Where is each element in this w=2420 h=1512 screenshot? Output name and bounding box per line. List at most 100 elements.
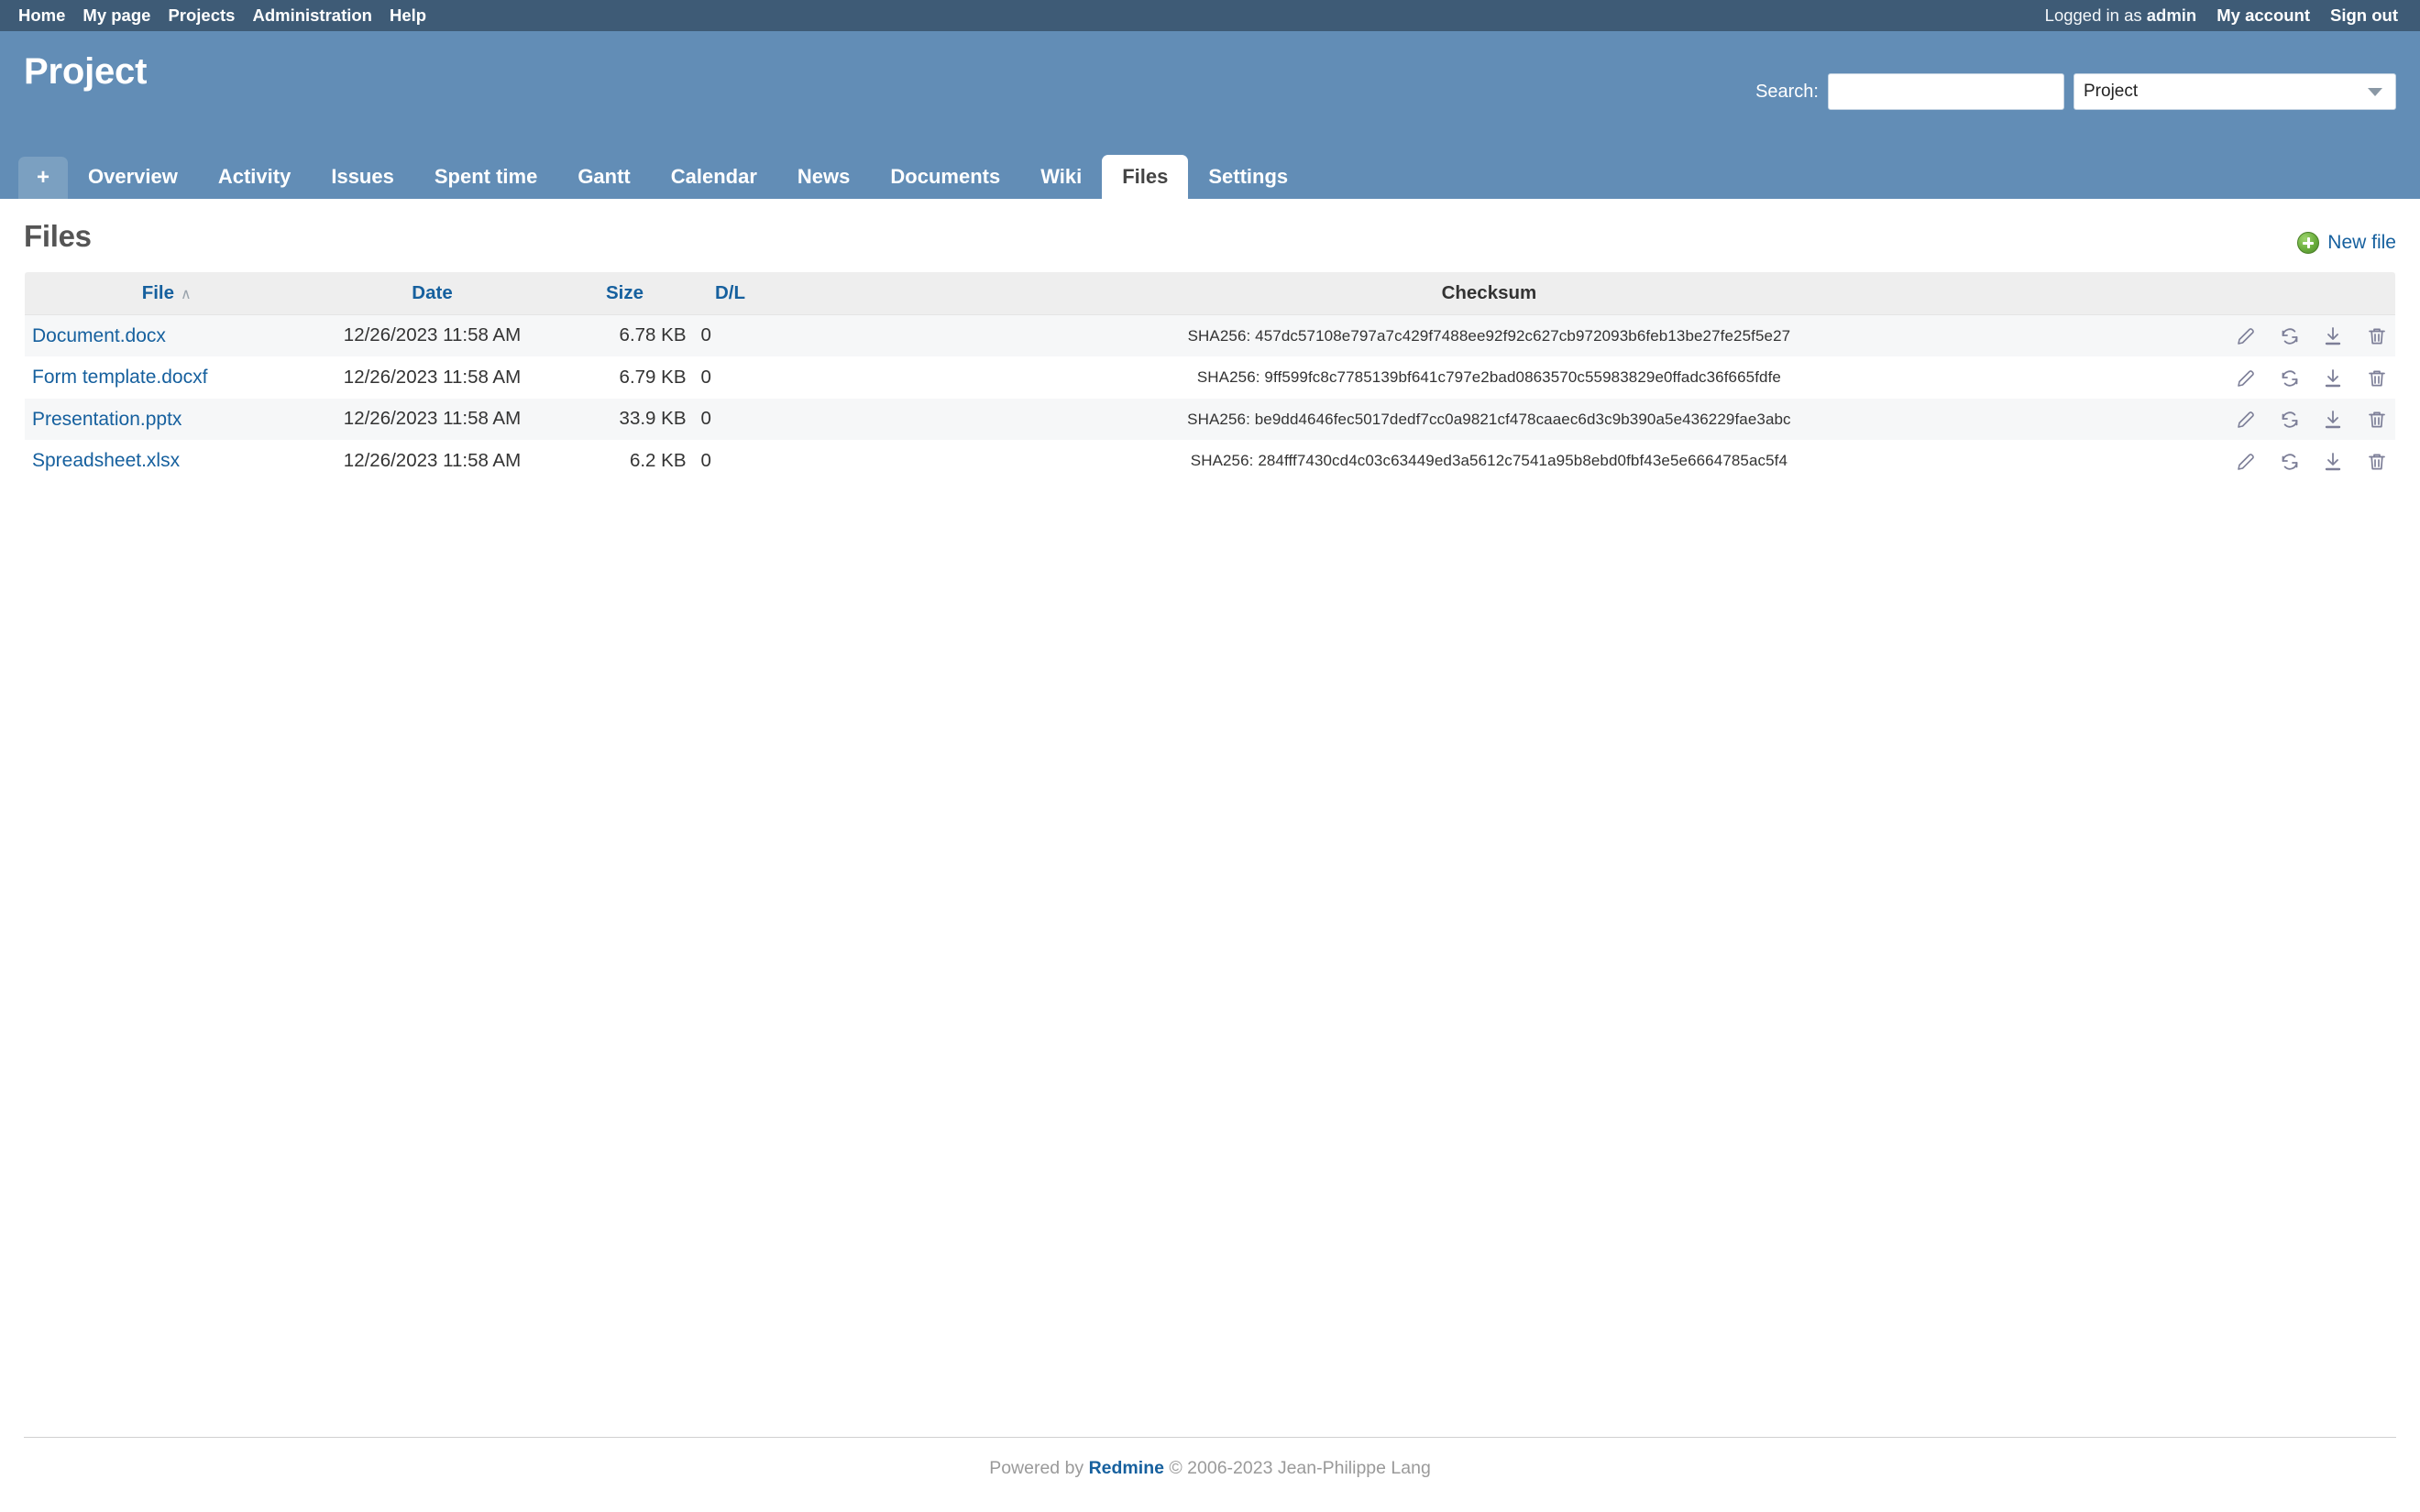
new-object-button[interactable]: + [18, 156, 69, 199]
table-row: Form template.docxf 12/26/2023 11:58 AM … [25, 356, 2395, 399]
file-size-cell: 6.79 KB [619, 366, 687, 388]
column-header-downloads[interactable]: D/L [693, 271, 767, 315]
main-content: Files New file File ∧ Date Size D/L Check… [0, 199, 2420, 1463]
file-downloads-cell: 0 [700, 408, 711, 430]
tab-files[interactable]: Files [1102, 154, 1189, 199]
update-icon[interactable] [2279, 325, 2301, 347]
tab-gantt[interactable]: Gantt [557, 155, 650, 199]
file-name-cell: Document.docx [25, 315, 309, 357]
file-checksum-cell: SHA256: 284fff7430cd4c03c63449ed3a5612c7… [1190, 451, 1788, 469]
project-tab-bar: + Overview Activity Issues Spent time Ga… [0, 146, 2420, 199]
edit-icon[interactable] [2235, 367, 2257, 389]
files-table-body: Document.docx 12/26/2023 11:58 AM 6.78 K… [25, 314, 2395, 482]
search-input[interactable] [1828, 73, 2064, 110]
logged-in-status: Logged in as admin [2045, 5, 2197, 26]
sign-out-link[interactable]: Sign out [2330, 5, 2398, 26]
edit-icon[interactable] [2235, 451, 2257, 473]
tab-item-new-object: + [18, 156, 69, 199]
project-header: Project Search: Project [0, 31, 2420, 146]
delete-icon[interactable] [2366, 367, 2388, 389]
quick-search: Search: Project [1755, 73, 2396, 110]
table-row: Spreadsheet.xlsx 12/26/2023 11:58 AM 6.2… [25, 440, 2395, 482]
file-checksum-cell: SHA256: 457dc57108e797a7c429f7488ee92f92… [1187, 326, 1791, 345]
tab-item-documents: Documents [870, 155, 1020, 199]
column-header-file[interactable]: File ∧ [25, 271, 309, 315]
tab-wiki[interactable]: Wiki [1020, 155, 1102, 199]
file-link[interactable]: Form template.docxf [32, 367, 207, 388]
delete-icon[interactable] [2366, 451, 2388, 473]
new-file-label: New file [2327, 232, 2396, 253]
tab-item-spent-time: Spent time [414, 155, 557, 199]
tab-settings[interactable]: Settings [1188, 155, 1308, 199]
top-menu-my-page[interactable]: My page [82, 5, 150, 26]
new-file-button[interactable]: New file [2297, 232, 2396, 254]
file-date-cell: 12/26/2023 11:58 AM [343, 366, 522, 388]
page-title: Files [24, 219, 92, 253]
tab-item-wiki: Wiki [1020, 155, 1102, 199]
file-actions-cell [2211, 356, 2395, 398]
update-icon[interactable] [2279, 451, 2301, 473]
column-header-date[interactable]: Date [308, 271, 556, 315]
add-circle-icon [2297, 232, 2320, 254]
my-account-link[interactable]: My account [2216, 5, 2310, 26]
tab-item-issues: Issues [311, 155, 414, 199]
file-date-cell: 12/26/2023 11:58 AM [343, 449, 522, 471]
files-table-header-row: File ∧ Date Size D/L Checksum [25, 271, 2395, 315]
download-icon[interactable] [2322, 367, 2344, 389]
footer-copyright: © 2006-2023 Jean-Philippe Lang [1169, 1458, 1431, 1478]
top-menu-administration[interactable]: Administration [252, 5, 372, 26]
search-scope-value: Project [2084, 82, 2139, 101]
file-name-cell: Form template.docxf [25, 356, 309, 398]
top-menu-home[interactable]: Home [18, 5, 65, 26]
file-size-cell: 6.78 KB [619, 324, 687, 346]
file-size-cell: 33.9 KB [619, 408, 687, 430]
download-icon[interactable] [2322, 409, 2344, 431]
tab-documents[interactable]: Documents [870, 155, 1020, 199]
content-header: Files New file [24, 199, 2396, 254]
tab-item-calendar: Calendar [651, 155, 777, 199]
sort-ascending-icon: ∧ [181, 286, 192, 302]
edit-icon[interactable] [2235, 325, 2257, 347]
file-size-cell: 6.2 KB [629, 449, 687, 471]
file-link[interactable]: Presentation.pptx [32, 409, 182, 430]
tab-spent-time[interactable]: Spent time [414, 155, 557, 199]
tab-issues[interactable]: Issues [311, 155, 414, 199]
edit-icon[interactable] [2235, 409, 2257, 431]
search-label: Search: [1755, 81, 1819, 102]
update-icon[interactable] [2279, 367, 2301, 389]
file-actions-cell [2211, 315, 2395, 357]
column-header-size[interactable]: Size [556, 271, 694, 315]
tab-activity[interactable]: Activity [198, 155, 311, 199]
tab-item-files: Files [1102, 154, 1189, 199]
tab-news[interactable]: News [777, 155, 870, 199]
tab-overview[interactable]: Overview [68, 155, 198, 199]
file-actions-cell [2211, 440, 2395, 481]
file-checksum-cell: SHA256: 9ff599fc8c7785139bf641c797e2bad0… [1196, 368, 1781, 387]
top-menu-help[interactable]: Help [390, 5, 426, 26]
download-icon[interactable] [2322, 325, 2344, 347]
project-tab-list: + Overview Activity Issues Spent time Ga… [18, 154, 1308, 199]
contextual-actions: New file [2297, 219, 2396, 254]
download-icon[interactable] [2322, 451, 2344, 473]
redmine-link[interactable]: Redmine [1089, 1458, 1164, 1478]
top-menu-projects[interactable]: Projects [168, 5, 235, 26]
column-header-file-label: File [141, 282, 175, 303]
delete-icon[interactable] [2366, 325, 2388, 347]
column-header-checksum: Checksum [766, 271, 2212, 315]
tab-calendar[interactable]: Calendar [651, 155, 777, 199]
top-menu-left: Home My page Projects Administration Hel… [18, 5, 426, 26]
tab-item-settings: Settings [1188, 155, 1308, 199]
page-footer: Powered by Redmine © 2006-2023 Jean-Phil… [24, 1437, 2396, 1479]
delete-icon[interactable] [2366, 409, 2388, 431]
tab-item-overview: Overview [68, 155, 198, 199]
file-link[interactable]: Spreadsheet.xlsx [32, 450, 180, 471]
logged-in-prefix: Logged in as [2044, 5, 2142, 25]
file-name-cell: Spreadsheet.xlsx [25, 440, 309, 481]
file-date-cell: 12/26/2023 11:58 AM [343, 408, 522, 430]
file-link[interactable]: Document.docx [32, 325, 166, 346]
search-scope-select[interactable]: Project [2074, 73, 2396, 110]
file-downloads-cell: 0 [700, 324, 711, 346]
update-icon[interactable] [2279, 409, 2301, 431]
table-row: Document.docx 12/26/2023 11:58 AM 6.78 K… [25, 314, 2395, 357]
files-table: File ∧ Date Size D/L Checksum Document.do… [24, 271, 2396, 483]
